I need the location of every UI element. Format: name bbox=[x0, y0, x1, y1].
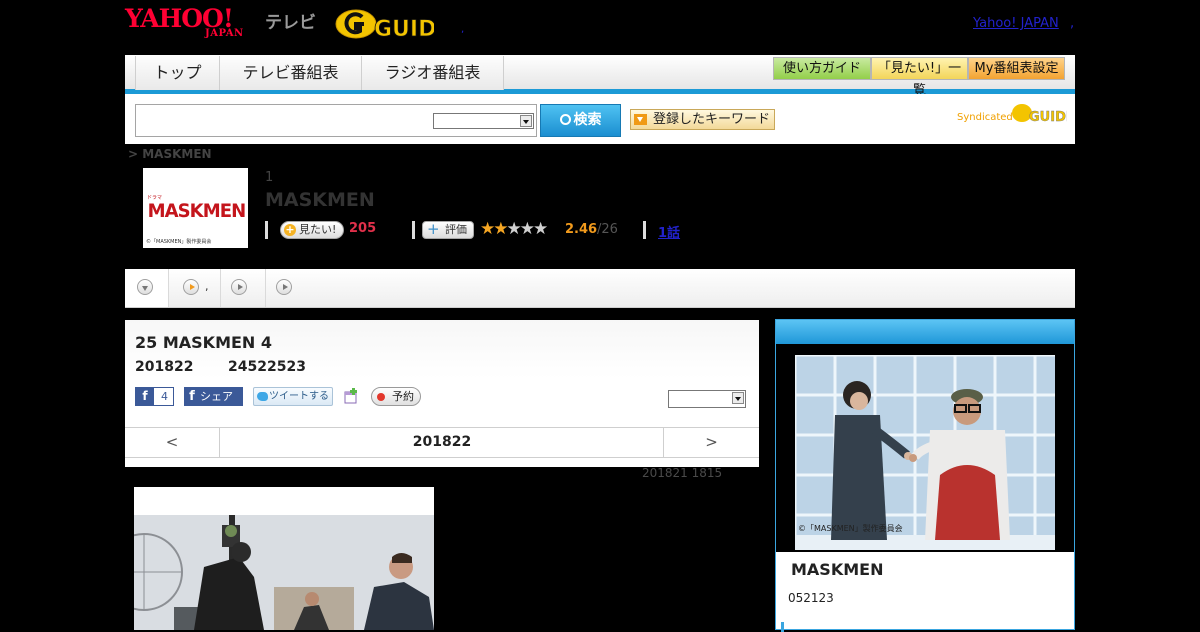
chevron-down-icon bbox=[520, 115, 532, 127]
tweet-label: ツイートする bbox=[269, 391, 329, 402]
search-button[interactable]: 検索 bbox=[540, 104, 621, 137]
syndicated-gguide-logo: GUIDE bbox=[1012, 104, 1067, 124]
yahoo-japan-link[interactable]: Yahoo! JAPAN bbox=[973, 16, 1059, 31]
chevron-down-icon bbox=[732, 392, 744, 404]
search-bar: 検索 登録したキーワード Syndicated GUIDE bbox=[125, 94, 1075, 144]
program-key-visual: ©「MASKMEN」製作委員会 bbox=[795, 355, 1055, 550]
key-visual-copyright: ©「MASKMEN」製作委員会 bbox=[798, 523, 903, 533]
tab-1[interactable] bbox=[125, 269, 169, 307]
star-empty-icon: ★ bbox=[533, 219, 548, 239]
reserve-button[interactable]: 予約 bbox=[371, 387, 421, 406]
facebook-like-count: 4 bbox=[161, 390, 168, 403]
episode-date: 201822 bbox=[135, 359, 194, 375]
episode-panel: 25 MASKMEN 4 201822 24522523 f 4 f シェア ツイ… bbox=[125, 320, 759, 467]
pager-current-date: 201822 bbox=[412, 434, 472, 450]
rating-value: 2.46 bbox=[565, 222, 598, 237]
gguide-logo[interactable]: GUIDE bbox=[334, 7, 452, 42]
reserve-label: 予約 bbox=[392, 390, 414, 403]
program-thumbnail[interactable]: ドラマ MASKMEN ©「MASKMEN」製作委員会 bbox=[143, 168, 248, 248]
nav-tab-tv-listing[interactable]: テレビ番組表 bbox=[219, 56, 362, 90]
side-accent-bar bbox=[781, 622, 784, 632]
star-filled-icon: ★ bbox=[480, 219, 495, 239]
tab-3[interactable] bbox=[221, 269, 266, 307]
program-info-panel: ©「MASKMEN」製作委員会 MASKMEN 052123 bbox=[775, 319, 1075, 632]
gguide-logo-text: GUIDE bbox=[374, 17, 434, 41]
side-program-date: 052123 bbox=[788, 591, 834, 605]
star-filled-icon: ★ bbox=[493, 219, 508, 239]
episode-time: 24522523 bbox=[228, 359, 306, 375]
want-button[interactable]: + 見たい! bbox=[280, 221, 344, 239]
thumbnail-copyright: ©「MASKMEN」製作委員会 bbox=[146, 239, 212, 245]
episode-photo bbox=[134, 487, 434, 630]
breadcrumb[interactable]: > MASKMEN bbox=[128, 147, 212, 161]
tweet-button[interactable]: ツイートする bbox=[253, 387, 333, 406]
airtime-note: 201821 1815 bbox=[642, 466, 723, 480]
play-icon bbox=[276, 279, 292, 295]
facebook-icon: f bbox=[189, 389, 195, 404]
plus-icon: + bbox=[427, 220, 440, 238]
global-nav: トップ テレビ番組表 ラジオ番組表 使い方ガイド 「見たい!」一覧 My番組表設… bbox=[125, 55, 1075, 98]
record-dot-icon bbox=[377, 393, 385, 401]
header-separator-2: , bbox=[1070, 16, 1075, 31]
tab-4[interactable] bbox=[266, 269, 302, 307]
dropdown-arrow-icon bbox=[634, 114, 647, 125]
rate-button[interactable]: + 評価 bbox=[422, 221, 474, 239]
facebook-share-button[interactable]: f シェア bbox=[184, 387, 243, 406]
thumbnail-title: MASKMEN bbox=[147, 200, 247, 222]
yahoo-logo[interactable]: YAHOO! JAPAN bbox=[125, 6, 243, 39]
episode-title: 25 MASKMEN 4 bbox=[135, 333, 273, 352]
header-separator: , bbox=[461, 24, 465, 35]
nav-tab-radio-listing[interactable]: ラジオ番組表 bbox=[361, 56, 504, 90]
want-button-label: 見たい! bbox=[299, 223, 337, 236]
play-icon bbox=[183, 279, 199, 295]
nav-tab-top[interactable]: トップ bbox=[135, 56, 220, 90]
play-icon bbox=[231, 279, 247, 295]
facebook-icon: f bbox=[136, 388, 154, 405]
yahoo-logo-japan: JAPAN bbox=[205, 28, 244, 39]
want-list-button[interactable]: 「見たい!」一覧 bbox=[871, 57, 968, 98]
twitter-bird-icon bbox=[257, 392, 268, 401]
side-program-title: MASKMEN bbox=[791, 560, 884, 579]
saved-keywords-label: 登録したキーワード bbox=[653, 112, 771, 127]
program-title: MASKMEN bbox=[265, 189, 375, 211]
episode-pager: < 201822 > bbox=[125, 427, 759, 458]
divider bbox=[643, 221, 646, 239]
search-genre-select[interactable] bbox=[433, 113, 534, 129]
divider bbox=[412, 221, 415, 239]
syndicated-label: Syndicated bbox=[957, 112, 1013, 123]
tab-2-label: , bbox=[205, 280, 209, 293]
saved-keywords-button[interactable]: 登録したキーワード bbox=[630, 109, 775, 130]
episode-select[interactable] bbox=[668, 390, 746, 408]
pager-prev-button[interactable]: < bbox=[125, 428, 220, 457]
episode-link[interactable]: 1話 bbox=[658, 222, 680, 241]
section-tabs: , bbox=[125, 269, 1075, 308]
star-empty-icon: ★ bbox=[519, 219, 535, 239]
facebook-share-label: シェア bbox=[200, 390, 233, 403]
syndicated-logo-text: GUIDE bbox=[1029, 110, 1067, 124]
search-icon bbox=[559, 114, 571, 125]
chevron-down-icon bbox=[137, 279, 153, 295]
star-rating: ★★★★★ bbox=[480, 219, 548, 239]
tv-label: テレビ bbox=[265, 13, 316, 33]
divider bbox=[265, 221, 268, 239]
panel-header bbox=[776, 320, 1074, 344]
plus-icon: + bbox=[284, 223, 296, 236]
program-number: 1 bbox=[265, 170, 274, 185]
rating-count: /26 bbox=[597, 222, 618, 237]
rate-button-label: 評価 bbox=[445, 223, 467, 236]
pager-next-button[interactable]: > bbox=[663, 428, 759, 457]
guide-button[interactable]: 使い方ガイド bbox=[773, 57, 871, 80]
want-count: 205 bbox=[349, 221, 377, 236]
facebook-like-button[interactable]: f 4 bbox=[135, 387, 174, 406]
star-empty-icon: ★ bbox=[506, 219, 522, 239]
my-listing-settings-button[interactable]: My番組表設定 bbox=[968, 57, 1065, 80]
search-button-label: 検索 bbox=[573, 112, 602, 128]
calendar-add-icon[interactable] bbox=[343, 388, 359, 404]
tab-2[interactable]: , bbox=[169, 269, 221, 307]
